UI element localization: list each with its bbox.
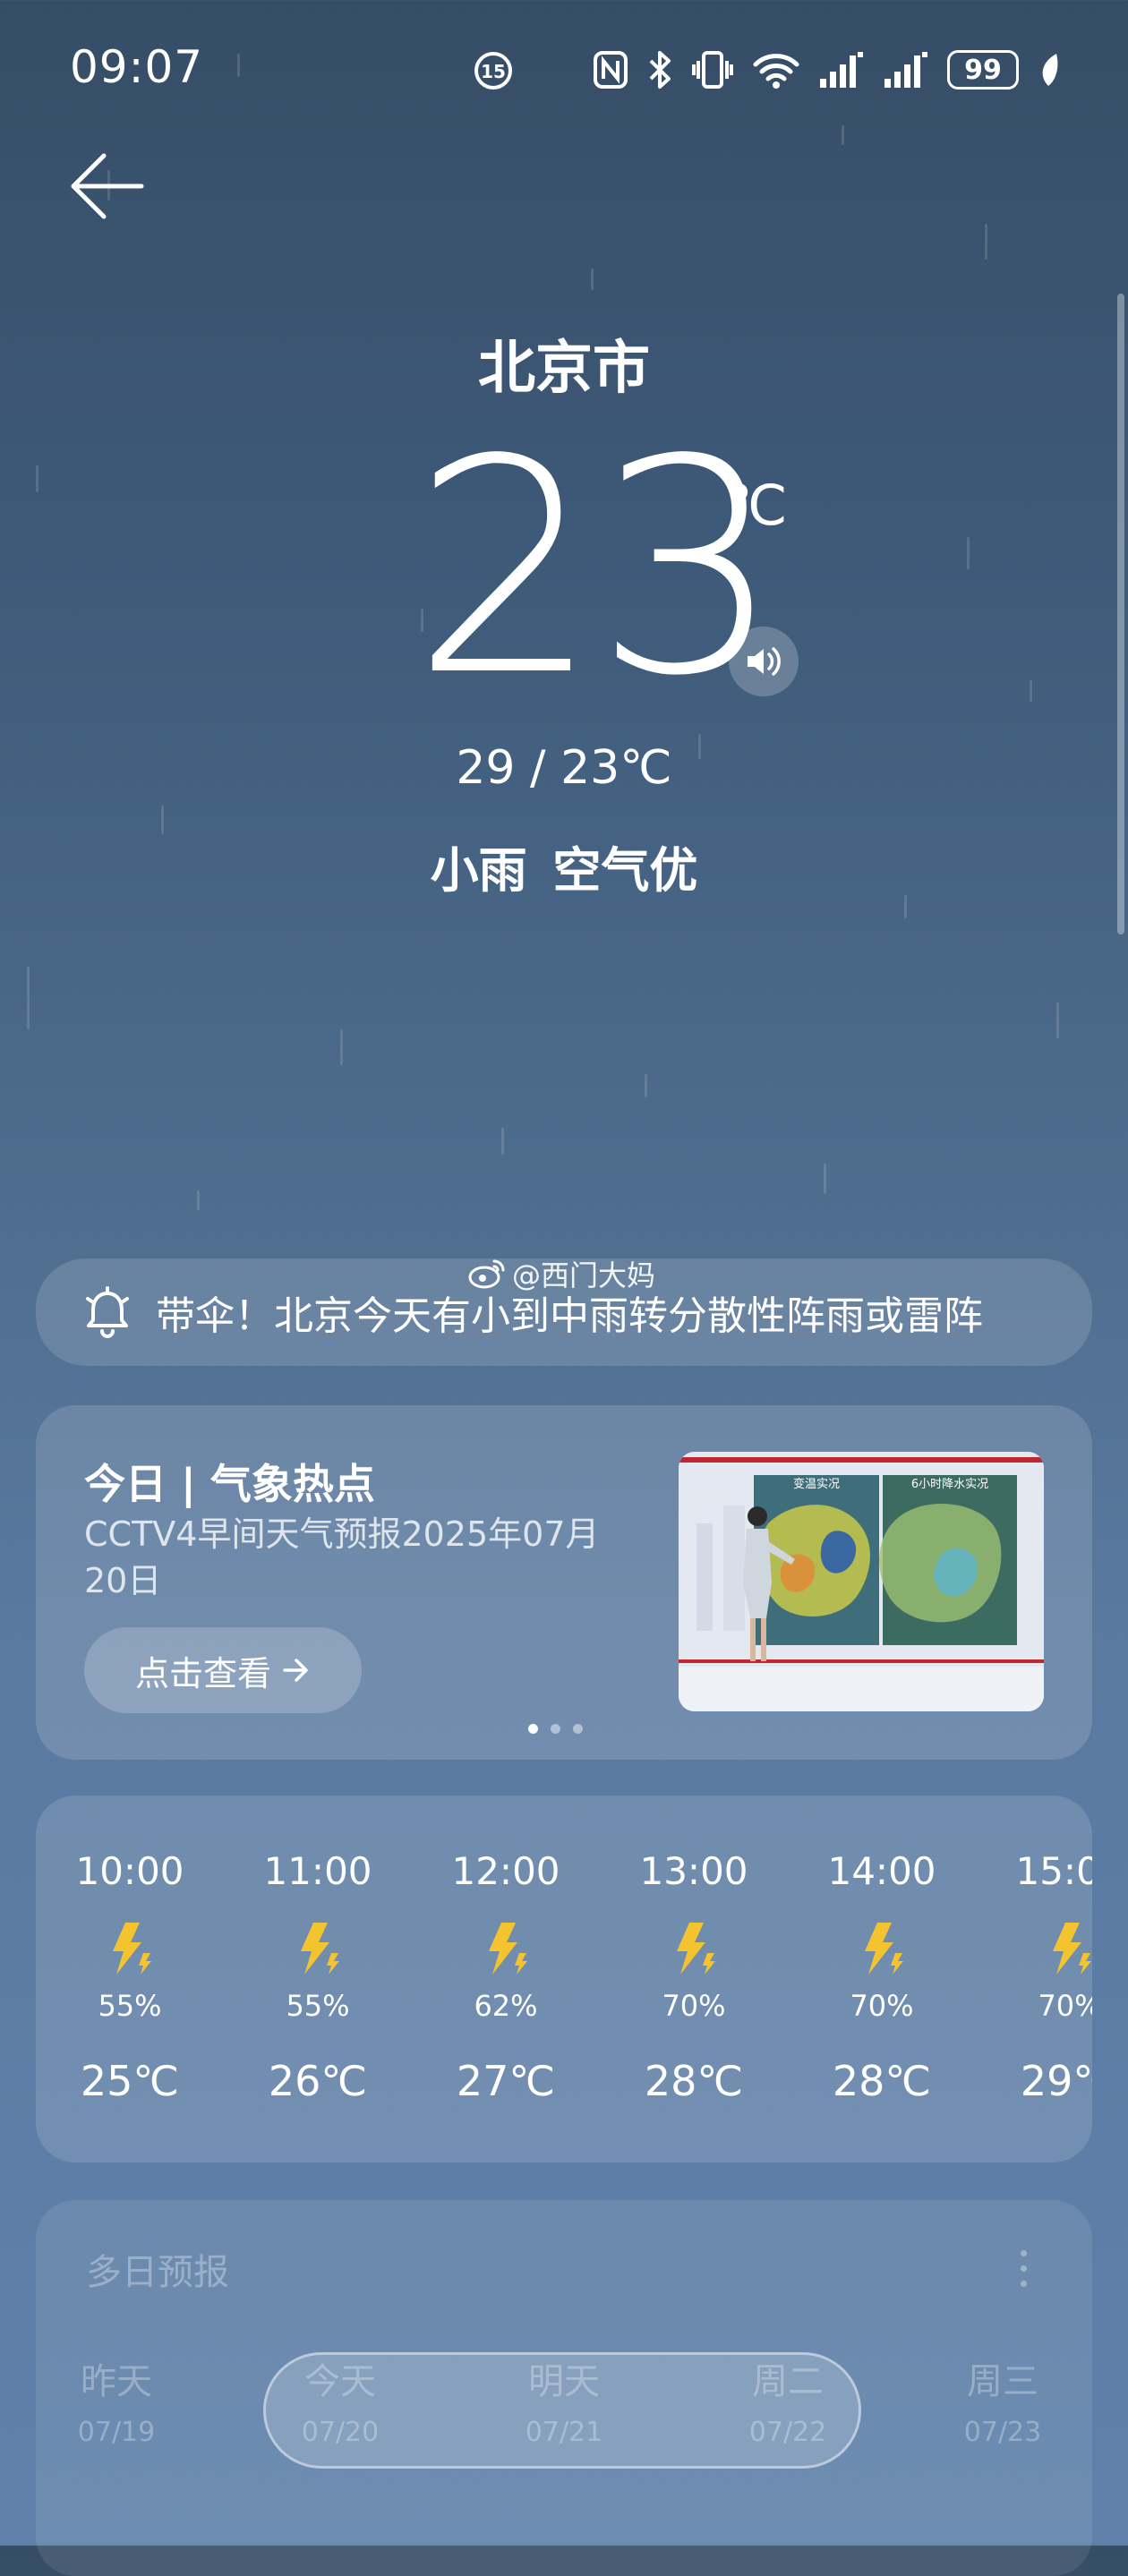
news-video-thumbnail[interactable]: 变温实况 6小时降水实况 [679, 1452, 1044, 1711]
day-date: 07/19 [77, 2417, 156, 2448]
weibo-icon [468, 1259, 505, 1289]
day-name: 昨天 [81, 2361, 152, 2402]
carousel-dot[interactable] [528, 1724, 538, 1734]
daily-forecast-title: 多日预报 [86, 2252, 229, 2293]
status-app-icon: 15 [473, 50, 514, 95]
svg-text:6小时降水实况: 6小时降水实况 [911, 1478, 988, 1491]
weather-condition: 小雨 空气优 [430, 842, 698, 899]
hour-time: 12:00 [451, 1849, 560, 1893]
city-name: 北京市 [478, 336, 650, 402]
day-date: 07/23 [963, 2417, 1042, 2448]
precipitation-probability: 62% [474, 1989, 538, 2023]
thunderstorm-icon [856, 1921, 908, 1980]
carousel-dot[interactable] [551, 1724, 560, 1734]
precipitation-probability: 55% [98, 1989, 162, 2023]
thunderstorm-icon [480, 1921, 532, 1980]
sound-button[interactable] [729, 627, 799, 696]
daily-item[interactable]: 昨天 07/19 [18, 2352, 215, 2448]
wifi-icon [753, 54, 799, 89]
high-low-temperature: 29 / 23℃ [456, 741, 672, 795]
daily-item[interactable]: 周三 07/23 [904, 2352, 1101, 2448]
hour-time: 13:00 [639, 1849, 748, 1893]
bottom-floating-button[interactable] [263, 2352, 861, 2469]
hour-temperature: 27℃ [456, 2057, 556, 2105]
forecast-broadcast-image: 变温实况 6小时降水实况 [679, 1452, 1044, 1711]
watermark-text: @西门大妈 [512, 1258, 656, 1292]
hour-temperature: 29℃ [1020, 2057, 1092, 2105]
more-icon[interactable] [1021, 2250, 1028, 2296]
leaf-icon [1042, 54, 1058, 86]
temperature-unit: ℃ [725, 473, 788, 538]
precipitation-probability: 70% [662, 1989, 726, 2023]
hour-time: 10:00 [75, 1849, 184, 1893]
hour-temperature: 25℃ [80, 2057, 180, 2105]
signal-icon [820, 52, 863, 88]
hour-temperature: 28℃ [644, 2057, 744, 2105]
thunderstorm-icon [1044, 1921, 1092, 1980]
hourly-forecast-card[interactable]: 10:00 55% 25℃ 11:00 55% 26℃ 12:00 62% 27℃ 13:00 70… [36, 1796, 1092, 2162]
precipitation-probability: 55% [286, 1989, 350, 2023]
current-temperature: 23 [412, 397, 782, 740]
watermark: @西门大妈 [467, 1253, 655, 1294]
day-name: 周三 [967, 2361, 1038, 2402]
hour-temperature: 26℃ [268, 2057, 368, 2105]
back-arrow-icon [71, 153, 144, 219]
bell-icon [86, 1286, 129, 1338]
news-title: 今日 | 气象热点 [84, 1460, 375, 1508]
back-button[interactable] [66, 145, 149, 227]
thunderstorm-icon [292, 1921, 344, 1980]
view-button[interactable]: 点击查看 [84, 1627, 362, 1713]
news-subtitle: CCTV4早间天气预报2025年07月20日 [84, 1514, 600, 1600]
arrow-right-icon [283, 1659, 308, 1682]
status-bar: 09:07 15 99 [0, 0, 1128, 134]
svg-text:15: 15 [481, 61, 506, 82]
nfc-icon [594, 51, 628, 89]
battery-indicator: 99 [947, 50, 1019, 90]
hour-time: 11:00 [263, 1849, 372, 1893]
carousel-dots[interactable] [528, 1724, 583, 1734]
hour-temperature: 28℃ [832, 2057, 932, 2105]
precipitation-probability: 70% [1038, 1989, 1092, 2023]
weather-news-card[interactable]: 今日 | 气象热点 CCTV4早间天气预报2025年07月20日 点击查看 变温… [36, 1405, 1092, 1760]
svg-text:变温实况: 变温实况 [793, 1477, 840, 1491]
status-icons: 99 [593, 45, 1060, 95]
precipitation-probability: 70% [850, 1989, 914, 2023]
thunderstorm-icon [104, 1921, 156, 1980]
vibrate-icon [692, 51, 733, 89]
thunderstorm-icon [668, 1921, 720, 1980]
sound-icon [748, 647, 781, 676]
view-button-label: 点击查看 [134, 1653, 271, 1693]
hour-time: 15:00 [1015, 1849, 1092, 1893]
carousel-dot[interactable] [573, 1724, 583, 1734]
signal-icon-2 [884, 52, 927, 88]
status-time: 09:07 [70, 41, 204, 93]
hour-time: 14:00 [827, 1849, 936, 1893]
bluetooth-icon [649, 51, 671, 89]
